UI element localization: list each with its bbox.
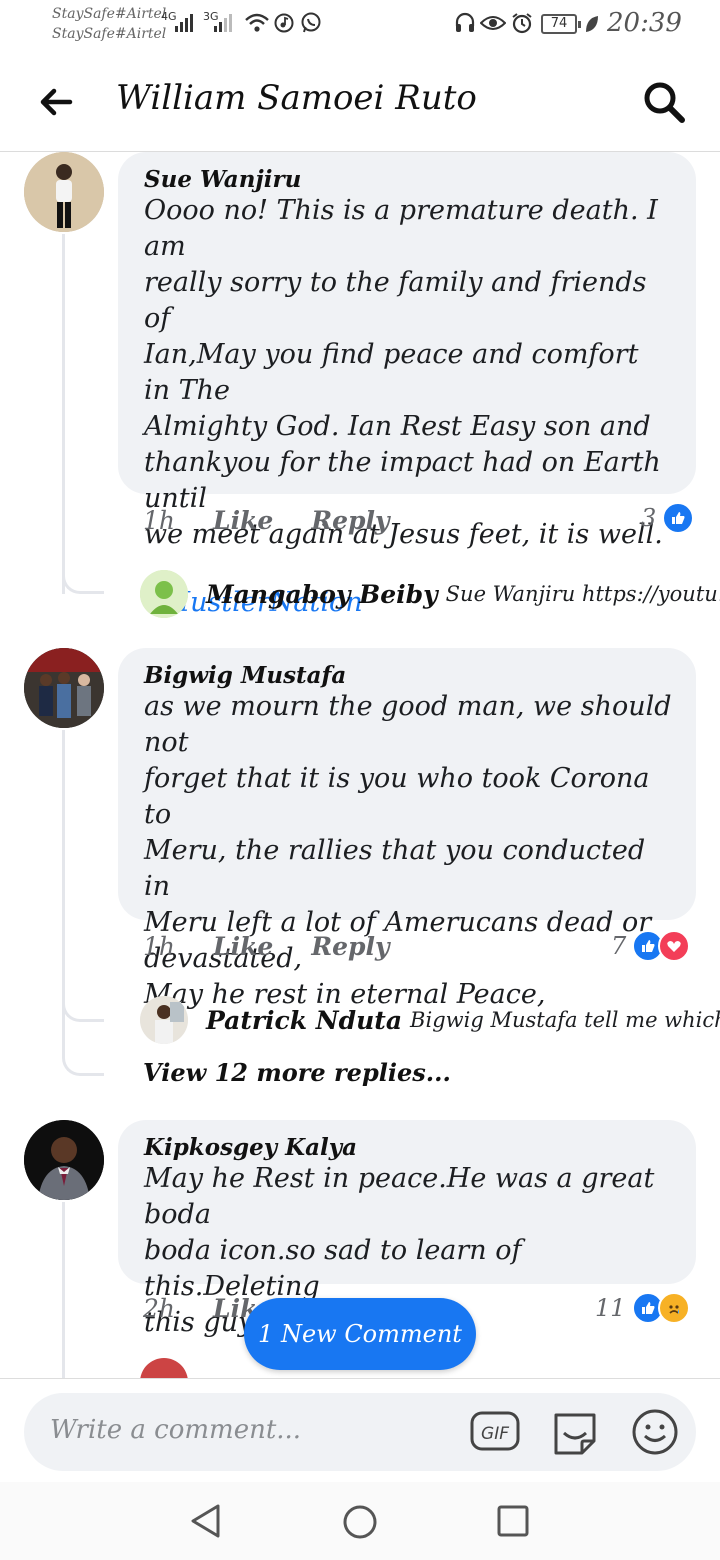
carrier-1: StaySafe#Airtel <box>52 6 167 22</box>
comment-author[interactable]: Kipkosgey Kalya <box>144 1134 672 1161</box>
reply-preview[interactable]: Mangaboy Beiby Sue Wanjiru https://youtu… <box>140 570 720 618</box>
comment-bubble[interactable]: Sue Wanjiru Oooo no! This is a premature… <box>118 152 696 618</box>
clock: 20:39 <box>607 8 682 38</box>
wifi-icon <box>245 13 269 32</box>
carrier-labels: StaySafe#Airtel StaySafe#Airtel <box>52 4 166 44</box>
arrow-left-icon[interactable] <box>36 82 76 122</box>
comment-time: 2h <box>143 1294 176 1323</box>
eye-icon <box>480 16 506 30</box>
reply-author[interactable]: Mangaboy Beiby <box>206 580 438 609</box>
recents-nav-icon[interactable] <box>496 1504 530 1538</box>
leaf-icon <box>586 16 598 32</box>
signal-icon <box>214 14 232 32</box>
like-button[interactable]: Like <box>213 932 273 961</box>
comment-bubble[interactable]: Kipkosgey Kalya May he Rest in peace.He … <box>118 1120 696 1338</box>
comment-input[interactable]: Write a comment... GIF <box>24 1393 696 1471</box>
like-button[interactable]: Like <box>213 506 273 535</box>
status-bar: StaySafe#Airtel StaySafe#Airtel 4G 3G 74… <box>0 0 720 56</box>
avatar[interactable] <box>24 152 104 232</box>
sticker-icon[interactable] <box>550 1407 600 1457</box>
avatar <box>140 1358 188 1378</box>
avatar <box>140 570 188 618</box>
gif-icon[interactable]: GIF <box>470 1407 520 1457</box>
comments-feed[interactable]: Sue Wanjiru Oooo no! This is a premature… <box>0 152 720 1378</box>
reaction-summary[interactable]: 11 <box>595 1292 690 1324</box>
alarm-icon <box>512 13 532 34</box>
sad-reaction-icon <box>657 1292 690 1324</box>
comment-composer-bar: Write a comment... GIF <box>0 1378 720 1482</box>
comment-time: 1h <box>143 932 176 961</box>
thread-connector <box>62 1022 104 1076</box>
new-comment-button[interactable]: 1 New Comment <box>244 1298 476 1370</box>
thread-line <box>62 234 65 594</box>
like-reaction-icon <box>662 502 695 534</box>
love-reaction-icon <box>658 930 691 962</box>
comment-bubble[interactable]: Bigwig Mustafa as we mourn the good man,… <box>118 648 696 1010</box>
avatar <box>140 996 188 1044</box>
thread-line <box>62 730 65 1022</box>
comment-time: 1h <box>143 506 176 535</box>
emoji-icon[interactable] <box>630 1407 680 1457</box>
comment-placeholder: Write a comment... <box>50 1415 302 1445</box>
music-icon <box>274 13 294 33</box>
avatar[interactable] <box>24 1120 104 1200</box>
comment-actions: 1h Like Reply <box>143 932 390 961</box>
headphones-icon <box>455 12 475 32</box>
thread-connector <box>62 572 104 594</box>
comment-author[interactable]: Sue Wanjiru <box>144 166 672 193</box>
gif-label: GIF <box>481 1424 509 1444</box>
system-nav-bar <box>0 1482 720 1560</box>
battery-indicator: 74 <box>541 14 581 34</box>
carrier-2: StaySafe#Airtel <box>52 26 167 42</box>
comment-text: Oooo no! This is a premature death. I am… <box>144 195 663 550</box>
signal-icon <box>175 14 193 32</box>
search-icon[interactable] <box>640 78 688 126</box>
reply-button[interactable]: Reply <box>311 506 389 535</box>
home-nav-icon[interactable] <box>342 1504 378 1540</box>
reply-snippet: Bigwig Mustafa tell me which c... <box>410 1008 720 1032</box>
reply-author[interactable]: Patrick Nduta <box>206 1006 402 1035</box>
reaction-summary[interactable]: 7 <box>611 930 691 962</box>
reaction-count: 11 <box>595 1294 626 1322</box>
back-nav-icon[interactable] <box>188 1502 224 1540</box>
app-header: William Samoei Ruto <box>0 56 720 152</box>
reaction-summary[interactable]: 3 <box>641 502 695 534</box>
reply-button[interactable]: Reply <box>311 932 389 961</box>
reply-preview[interactable]: Patrick Nduta Bigwig Mustafa tell me whi… <box>140 996 720 1044</box>
page-title: William Samoei Ruto <box>116 78 477 118</box>
comment-actions: 1h Like Reply <box>143 506 390 535</box>
reply-snippet: Sue Wanjiru https://youtu.... <box>445 582 720 606</box>
comment-author[interactable]: Bigwig Mustafa <box>144 662 672 689</box>
whatsapp-icon <box>301 12 321 33</box>
view-more-replies-link[interactable]: View 12 more replies... <box>143 1058 451 1087</box>
avatar[interactable] <box>24 648 104 728</box>
comment-text: as we mourn the good man, we should not … <box>144 691 672 1010</box>
thread-line <box>62 1202 65 1378</box>
reaction-count: 3 <box>641 504 657 532</box>
thread-connector <box>62 1002 104 1022</box>
reaction-count: 7 <box>611 932 627 960</box>
